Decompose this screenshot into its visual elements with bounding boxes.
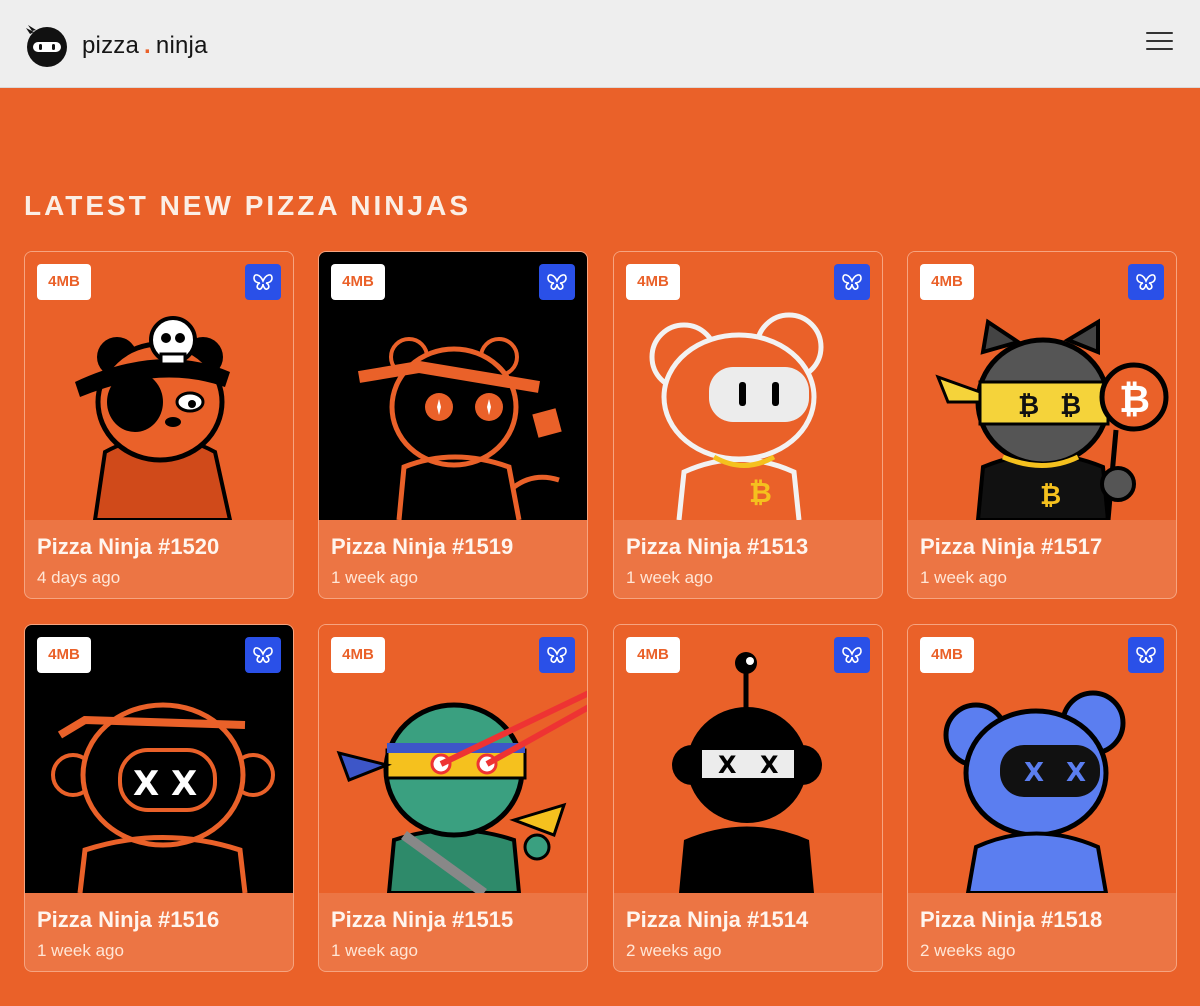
butterfly-icon: [842, 274, 862, 290]
nft-title: Pizza Ninja #1518: [920, 907, 1103, 932]
ninja-logo-icon: [26, 25, 67, 67]
nft-timestamp: 1 week ago: [331, 568, 418, 587]
nft-title: Pizza Ninja #1517: [920, 534, 1103, 559]
hamburger-icon: [1146, 32, 1173, 34]
nft-timestamp: 1 week ago: [626, 568, 713, 587]
nft-timestamp: 1 week ago: [920, 568, 1007, 587]
butterfly-button[interactable]: [539, 264, 575, 300]
butterfly-icon: [547, 274, 567, 290]
nft-timestamp: 1 week ago: [37, 941, 124, 960]
card-info: Pizza Ninja #1519 1 week ago: [319, 520, 587, 598]
nft-title: Pizza Ninja #1519: [331, 534, 514, 559]
card-info: Pizza Ninja #1514 2 weeks ago: [614, 893, 882, 971]
card-info: Pizza Ninja #1513 1 week ago: [614, 520, 882, 598]
size-badge: 4MB: [331, 637, 385, 673]
svg-text:₿: ₿: [1119, 377, 1150, 421]
butterfly-button[interactable]: [245, 264, 281, 300]
size-badge: 4MB: [626, 637, 680, 673]
svg-text:₿: ₿: [1018, 391, 1039, 421]
nft-title: Pizza Ninja #1515: [331, 907, 514, 932]
svg-text:₿: ₿: [1040, 481, 1061, 511]
nft-timestamp: 1 week ago: [331, 941, 418, 960]
card-info: Pizza Ninja #1515 1 week ago: [319, 893, 587, 971]
butterfly-icon: [1136, 647, 1156, 663]
card-info: Pizza Ninja #1516 1 week ago: [25, 893, 293, 971]
size-badge: 4MB: [37, 264, 91, 300]
svg-text:X: X: [171, 764, 197, 804]
logo-word-pizza: pizza: [82, 32, 140, 59]
hamburger-menu-button[interactable]: [1146, 32, 1176, 56]
nft-card[interactable]: 4MB Pizza Ninja #1515 1 week ago: [318, 624, 588, 972]
nft-timestamp: 2 weeks ago: [626, 941, 722, 960]
nft-title: Pizza Ninja #1520: [37, 534, 220, 559]
nft-timestamp: 4 days ago: [37, 568, 121, 587]
svg-text:₿: ₿: [749, 476, 772, 509]
svg-text:X: X: [760, 751, 779, 779]
home-logo-link[interactable]: pizza . ninja: [24, 24, 208, 68]
nft-card[interactable]: X X 4MB Pizza Ninja #1514 2 weeks ago: [613, 624, 883, 972]
butterfly-button[interactable]: [539, 637, 575, 673]
butterfly-icon: [842, 647, 862, 663]
size-badge: 4MB: [626, 264, 680, 300]
nft-card[interactable]: ₿ 4MB Pizza Ninja #1513 1 week ago: [613, 251, 883, 599]
logo-word-ninja: ninja: [155, 32, 208, 59]
nft-card[interactable]: 4MB Pizza Ninja #1520 4 days ago: [24, 251, 294, 599]
svg-text:₿: ₿: [1060, 391, 1081, 421]
card-info: Pizza Ninja #1517 1 week ago: [908, 520, 1176, 598]
size-badge: 4MB: [920, 264, 974, 300]
butterfly-icon: [253, 274, 273, 290]
card-info: Pizza Ninja #1518 2 weeks ago: [908, 893, 1176, 971]
size-badge: 4MB: [37, 637, 91, 673]
svg-text:X: X: [1066, 758, 1086, 788]
nft-card[interactable]: ₿ ₿ ₿ ₿ 4MB Pizza Ninja #1517 1 week ago: [907, 251, 1177, 599]
nft-card[interactable]: 4MB Pizza Ninja #1519 1 week ago: [318, 251, 588, 599]
butterfly-button[interactable]: [834, 264, 870, 300]
butterfly-button[interactable]: [834, 637, 870, 673]
butterfly-icon: [1136, 274, 1156, 290]
nft-timestamp: 2 weeks ago: [920, 941, 1016, 960]
svg-text:X: X: [718, 751, 737, 779]
butterfly-icon: [547, 647, 567, 663]
nft-title: Pizza Ninja #1516: [37, 907, 220, 932]
section-title: LATEST NEW PIZZA NINJAS: [24, 190, 471, 221]
nft-card[interactable]: X X 4MB Pizza Ninja #1516 1 week ago: [24, 624, 294, 972]
butterfly-button[interactable]: [245, 637, 281, 673]
butterfly-button[interactable]: [1128, 264, 1164, 300]
nft-card[interactable]: X X 4MB Pizza Ninja #1518 2 weeks ago: [907, 624, 1177, 972]
size-badge: 4MB: [331, 264, 385, 300]
top-navigation: pizza . ninja: [0, 0, 1200, 88]
nft-title: Pizza Ninja #1514: [626, 907, 809, 932]
butterfly-icon: [253, 647, 273, 663]
size-badge: 4MB: [920, 637, 974, 673]
logo-dot: .: [144, 32, 151, 59]
svg-text:X: X: [133, 764, 159, 804]
svg-text:X: X: [1024, 758, 1044, 788]
butterfly-button[interactable]: [1128, 637, 1164, 673]
nft-title: Pizza Ninja #1513: [626, 534, 809, 559]
card-info: Pizza Ninja #1520 4 days ago: [25, 520, 293, 598]
